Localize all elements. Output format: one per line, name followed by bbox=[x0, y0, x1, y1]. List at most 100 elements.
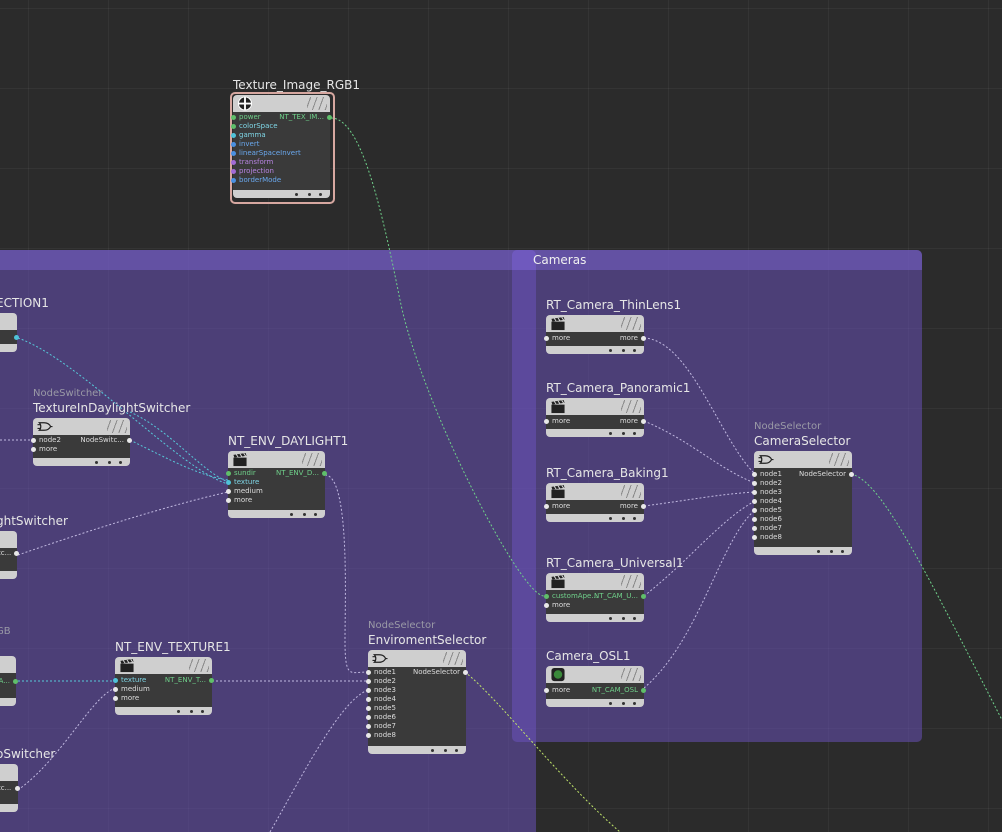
node-texture-in-daylight-switcher[interactable]: NodeSwitcher TextureInDaylightSwitcher n… bbox=[31, 388, 190, 466]
input-pin[interactable] bbox=[31, 447, 36, 452]
node-flag-stripes[interactable] bbox=[829, 453, 849, 466]
input-pin[interactable] bbox=[752, 508, 757, 513]
input-pin[interactable] bbox=[544, 688, 549, 693]
input-pin[interactable] bbox=[544, 603, 549, 608]
node-flag-stripes[interactable] bbox=[107, 420, 127, 433]
input-pin[interactable] bbox=[752, 481, 757, 486]
input-pin[interactable] bbox=[752, 490, 757, 495]
node-flag-stripes[interactable] bbox=[307, 97, 327, 110]
node-flag-stripes[interactable] bbox=[621, 400, 641, 413]
node-footer[interactable] bbox=[546, 699, 644, 707]
node-rt-camera-thinlens1[interactable]: RT_Camera_ThinLens1 more more bbox=[544, 298, 681, 355]
output-pin[interactable] bbox=[463, 670, 468, 675]
node-rgb-fragment[interactable]: GB A... bbox=[0, 626, 18, 707]
node-footer[interactable] bbox=[33, 458, 130, 466]
input-pin[interactable] bbox=[752, 526, 757, 531]
input-pin[interactable] bbox=[231, 178, 236, 183]
input-pin[interactable] bbox=[231, 169, 236, 174]
node-header[interactable] bbox=[546, 483, 644, 500]
output-pin[interactable] bbox=[127, 438, 132, 443]
node-rt-camera-universal1[interactable]: RT_Camera_Universal1 customApe... NT_CAM… bbox=[544, 556, 684, 623]
node-footer[interactable] bbox=[546, 429, 644, 437]
node-footer[interactable] bbox=[0, 571, 17, 579]
output-pin[interactable] bbox=[849, 472, 854, 477]
input-pin[interactable] bbox=[544, 504, 549, 509]
node-title[interactable]: oSwitcher bbox=[0, 747, 55, 761]
node-title[interactable]: RT_Camera_Universal1 bbox=[546, 556, 684, 570]
input-pin[interactable] bbox=[231, 133, 236, 138]
node-footer[interactable] bbox=[228, 510, 325, 518]
input-pin[interactable] bbox=[366, 724, 371, 729]
node-footer[interactable] bbox=[115, 707, 212, 715]
node-light-switcher[interactable]: ghtSwitcher tc... bbox=[0, 514, 68, 579]
node-title[interactable]: EnviromentSelector bbox=[368, 633, 486, 647]
node-header[interactable] bbox=[33, 418, 130, 435]
input-pin[interactable] bbox=[752, 535, 757, 540]
input-pin[interactable] bbox=[226, 471, 231, 476]
input-pin[interactable] bbox=[752, 499, 757, 504]
node-header[interactable] bbox=[228, 451, 325, 468]
node-title[interactable]: Camera_OSL1 bbox=[546, 649, 630, 663]
node-footer[interactable] bbox=[754, 547, 852, 555]
input-pin[interactable] bbox=[231, 160, 236, 165]
node-title[interactable]: TextureInDaylightSwitcher bbox=[33, 401, 190, 415]
input-pin[interactable] bbox=[113, 678, 118, 683]
node-title[interactable]: NT_ENV_TEXTURE1 bbox=[115, 640, 231, 654]
node-title[interactable]: ghtSwitcher bbox=[0, 514, 68, 528]
node-footer[interactable] bbox=[233, 190, 330, 198]
input-pin[interactable] bbox=[366, 715, 371, 720]
node-flag-stripes[interactable] bbox=[621, 575, 641, 588]
node-header[interactable] bbox=[546, 573, 644, 590]
output-pin[interactable] bbox=[641, 688, 646, 693]
node-footer[interactable] bbox=[0, 344, 17, 352]
node-title[interactable]: RT_Camera_Baking1 bbox=[546, 466, 669, 480]
output-pin[interactable] bbox=[14, 551, 19, 556]
node-title[interactable]: ECTION1 bbox=[0, 296, 49, 310]
node-flag-stripes[interactable] bbox=[189, 659, 209, 672]
node-texture-image-rgb1[interactable]: Texture_Image_RGB1 power NT_TEX_IM... co… bbox=[231, 78, 360, 199]
input-pin[interactable] bbox=[113, 696, 118, 701]
node-o-switcher[interactable]: oSwitcher tc... bbox=[0, 747, 55, 814]
node-flag-stripes[interactable] bbox=[302, 453, 322, 466]
node-footer[interactable] bbox=[546, 514, 644, 522]
output-pin[interactable] bbox=[641, 504, 646, 509]
input-pin[interactable] bbox=[231, 124, 236, 129]
node-header[interactable] bbox=[546, 315, 644, 332]
node-rt-camera-baking1[interactable]: RT_Camera_Baking1 more more bbox=[544, 466, 669, 523]
node-header[interactable] bbox=[368, 650, 466, 667]
output-pin[interactable] bbox=[327, 115, 332, 120]
node-flag-stripes[interactable] bbox=[443, 652, 463, 665]
input-pin[interactable] bbox=[544, 594, 549, 599]
input-pin[interactable] bbox=[231, 151, 236, 156]
node-title[interactable]: CameraSelector bbox=[754, 434, 850, 448]
node-header[interactable] bbox=[754, 451, 852, 468]
input-pin[interactable] bbox=[226, 480, 231, 485]
input-pin[interactable] bbox=[366, 697, 371, 702]
output-pin[interactable] bbox=[322, 471, 327, 476]
input-pin[interactable] bbox=[544, 419, 549, 424]
node-title[interactable]: RT_Camera_ThinLens1 bbox=[546, 298, 681, 312]
input-pin[interactable] bbox=[544, 336, 549, 341]
node-header[interactable] bbox=[546, 666, 644, 683]
input-pin[interactable] bbox=[366, 706, 371, 711]
output-pin[interactable] bbox=[14, 335, 19, 340]
input-pin[interactable] bbox=[366, 688, 371, 693]
node-header[interactable] bbox=[546, 398, 644, 415]
output-pin[interactable] bbox=[15, 786, 20, 791]
output-pin[interactable] bbox=[641, 594, 646, 599]
node-title[interactable]: Texture_Image_RGB1 bbox=[233, 78, 360, 92]
node-footer[interactable] bbox=[0, 804, 18, 812]
node-header[interactable] bbox=[233, 95, 330, 112]
input-pin[interactable] bbox=[113, 687, 118, 692]
node-title[interactable]: RT_Camera_Panoramic1 bbox=[546, 381, 690, 395]
node-enviroment-selector[interactable]: NodeSelector EnviromentSelector node1 No… bbox=[366, 620, 486, 755]
input-pin[interactable] bbox=[752, 517, 757, 522]
input-pin[interactable] bbox=[31, 438, 36, 443]
node-flag-stripes[interactable] bbox=[621, 485, 641, 498]
input-pin[interactable] bbox=[226, 489, 231, 494]
node-footer[interactable] bbox=[0, 698, 16, 706]
node-header[interactable] bbox=[115, 657, 212, 674]
input-pin[interactable] bbox=[752, 472, 757, 477]
node-nt-env-texture1[interactable]: NT_ENV_TEXTURE1 texture NT_ENV_T... medi… bbox=[113, 640, 231, 716]
node-title[interactable]: NT_ENV_DAYLIGHT1 bbox=[228, 434, 348, 448]
